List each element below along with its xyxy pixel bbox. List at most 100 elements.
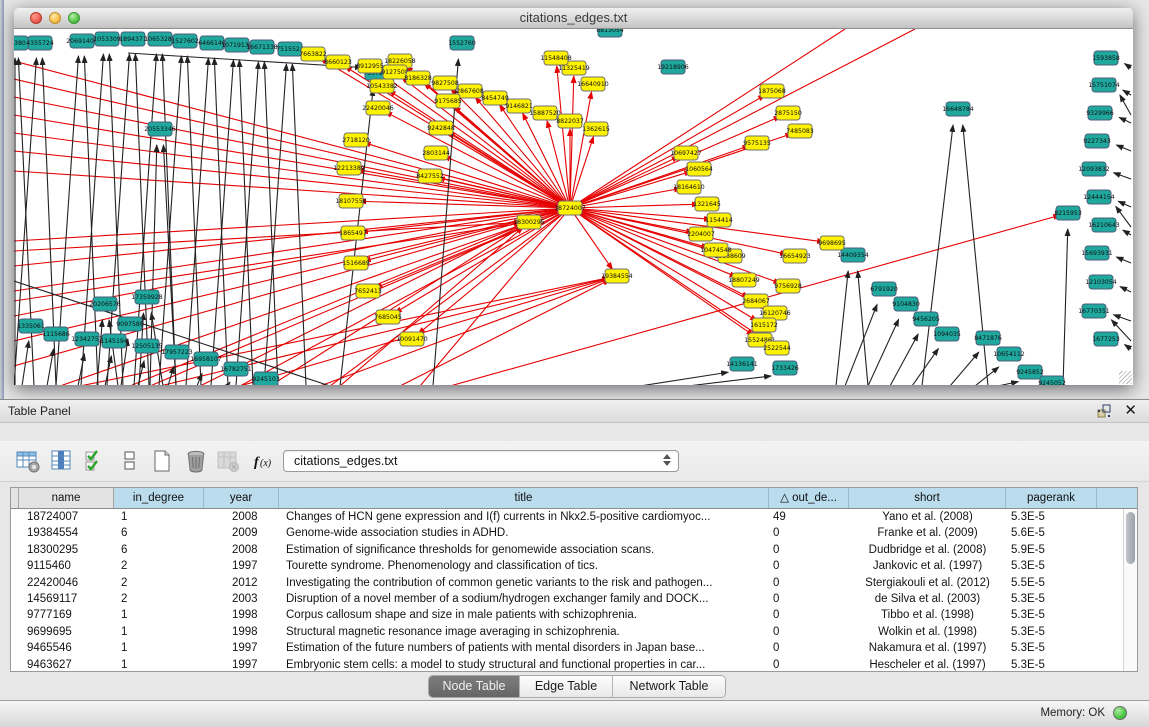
table-row[interactable]: 1456911722003Disruption of a novel membe… bbox=[11, 591, 1137, 607]
network-node[interactable]: 8660123 bbox=[324, 55, 352, 69]
window-titlebar[interactable]: citations_edges.txt bbox=[14, 8, 1133, 29]
network-node[interactable]: 1894371 bbox=[119, 32, 147, 46]
network-node[interactable]: 16770351 bbox=[1078, 304, 1110, 318]
select-columns-icon[interactable] bbox=[48, 447, 76, 475]
tab-network-table[interactable]: Network Table bbox=[613, 676, 725, 697]
network-node[interactable]: 9245052 bbox=[1038, 376, 1066, 385]
network-node[interactable]: 7685045 bbox=[374, 310, 402, 324]
network-node[interactable]: 9175685 bbox=[434, 94, 462, 108]
network-node[interactable]: 16782751 bbox=[220, 362, 252, 376]
network-node[interactable]: 15693931 bbox=[1081, 246, 1113, 260]
table-row[interactable]: 946362711997Embryonic stem cells: a mode… bbox=[11, 657, 1137, 672]
table-row[interactable]: 977716911998Corpus callosum shape and si… bbox=[11, 607, 1137, 623]
network-node[interactable]: 8471876 bbox=[974, 331, 1002, 345]
network-node[interactable]: 1335061 bbox=[17, 319, 45, 333]
network-node[interactable]: 1321645 bbox=[693, 197, 721, 211]
table-row[interactable]: 969969511998Structural magnetic resonanc… bbox=[11, 624, 1137, 640]
network-node[interactable]: 2522544 bbox=[763, 341, 791, 355]
network-node[interactable]: 9575135 bbox=[743, 136, 771, 150]
network-node[interactable]: 12444154 bbox=[1083, 190, 1115, 204]
network-node[interactable]: 7663822 bbox=[299, 47, 327, 61]
network-node[interactable]: 8215953 bbox=[1054, 206, 1082, 220]
table-row[interactable]: 2242004622012Investigating the contribut… bbox=[11, 575, 1137, 591]
close-panel-icon[interactable]: ✕ bbox=[1124, 403, 1137, 419]
resize-grip-icon[interactable] bbox=[1119, 371, 1132, 384]
network-node[interactable]: 1527602 bbox=[171, 34, 199, 48]
network-node[interactable]: 9329966 bbox=[1086, 106, 1114, 120]
tab-node-table[interactable]: Node Table bbox=[429, 676, 520, 697]
new-column-icon[interactable] bbox=[148, 447, 176, 475]
table-row[interactable]: 1830029562008Estimation of significance … bbox=[11, 542, 1137, 558]
network-node[interactable]: 9245103 bbox=[252, 372, 280, 385]
network-node[interactable]: 9698695 bbox=[818, 236, 846, 250]
network-node[interactable]: 1516689 bbox=[342, 256, 370, 270]
network-node[interactable]: 19218906 bbox=[657, 60, 689, 74]
table-scrollbar[interactable] bbox=[1123, 509, 1137, 671]
network-node[interactable]: 14136141 bbox=[726, 357, 758, 371]
network-node[interactable]: 10654112 bbox=[993, 347, 1025, 361]
network-node[interactable]: 1875068 bbox=[758, 84, 786, 98]
network-node[interactable]: 2204007 bbox=[687, 227, 715, 241]
network-node[interactable]: 1060564 bbox=[685, 162, 713, 176]
network-node[interactable]: 18724007 bbox=[554, 201, 586, 215]
network-node[interactable]: 16654923 bbox=[779, 249, 811, 263]
column-check-icon[interactable] bbox=[82, 447, 110, 475]
network-node[interactable]: 8427552 bbox=[416, 169, 444, 183]
table-row[interactable]: 911546021997Tourette syndrome. Phenomeno… bbox=[11, 558, 1137, 574]
network-node[interactable]: 1053309 bbox=[93, 32, 121, 46]
network-node[interactable]: 9827508 bbox=[431, 76, 459, 90]
network-node[interactable]: 20553346 bbox=[144, 122, 176, 136]
network-node[interactable]: 12213389 bbox=[333, 161, 365, 175]
network-node[interactable]: 2803144 bbox=[422, 146, 450, 160]
delete-trash-icon[interactable] bbox=[182, 447, 210, 475]
network-node[interactable]: 8912955 bbox=[356, 59, 384, 73]
network-node[interactable]: 2875150 bbox=[774, 106, 802, 120]
network-node[interactable]: 1552760 bbox=[448, 36, 476, 50]
column-header-pagerank[interactable]: pagerank bbox=[1006, 488, 1097, 508]
network-node[interactable]: 9242848 bbox=[427, 121, 455, 135]
network-canvas[interactable]: 9638043557242069140610533091894371106532… bbox=[14, 29, 1133, 385]
network-node[interactable]: 16210643 bbox=[1088, 218, 1120, 232]
network-node[interactable]: 17359928 bbox=[131, 290, 163, 304]
network-node[interactable]: 20206576 bbox=[89, 297, 121, 311]
float-panel-icon[interactable] bbox=[1096, 403, 1112, 419]
row-toggle-icon[interactable] bbox=[116, 447, 144, 475]
network-node[interactable]: 12342757 bbox=[71, 332, 103, 346]
network-node[interactable]: 1615172 bbox=[750, 318, 778, 332]
network-node[interactable]: 8813054 bbox=[596, 29, 624, 37]
table-selector-dropdown[interactable]: citations_edges.txt bbox=[283, 450, 679, 472]
network-node[interactable]: 10474548 bbox=[700, 243, 732, 257]
network-node[interactable]: 7652413 bbox=[354, 284, 382, 298]
network-node[interactable]: 11548408 bbox=[540, 51, 572, 65]
network-node[interactable]: 9456205 bbox=[912, 312, 940, 326]
network-node[interactable]: 17957223 bbox=[161, 345, 193, 359]
scrollbar-thumb[interactable] bbox=[1126, 512, 1135, 564]
table-mode-icon[interactable] bbox=[14, 447, 42, 475]
network-node[interactable]: 1677253 bbox=[1092, 332, 1120, 346]
network-node[interactable]: 18164610 bbox=[673, 180, 705, 194]
network-node[interactable]: 18807249 bbox=[728, 273, 760, 287]
network-node[interactable]: 1115686 bbox=[42, 327, 70, 341]
network-node[interactable]: 10543382 bbox=[366, 79, 398, 93]
network-node[interactable]: 10697427 bbox=[670, 146, 702, 160]
network-node[interactable]: 12103054 bbox=[1085, 275, 1117, 289]
column-header-short[interactable]: short bbox=[849, 488, 1006, 508]
network-node[interactable]: 15751074 bbox=[1088, 78, 1120, 92]
network-node[interactable]: 16640910 bbox=[577, 77, 609, 91]
network-node[interactable]: 19384554 bbox=[601, 269, 633, 283]
network-node[interactable]: 16648784 bbox=[942, 102, 974, 116]
network-node[interactable]: 7485083 bbox=[786, 124, 814, 138]
column-header-out_de[interactable]: △ out_de... bbox=[769, 488, 849, 508]
network-node[interactable]: 1362615 bbox=[582, 122, 610, 136]
network-node[interactable]: 2718120 bbox=[342, 133, 370, 147]
network-node[interactable]: 16671338 bbox=[246, 40, 278, 54]
network-node[interactable]: 9245852 bbox=[1016, 365, 1044, 379]
network-node[interactable]: 12093832 bbox=[1078, 162, 1110, 176]
network-node[interactable]: 10091470 bbox=[396, 332, 428, 346]
network-node[interactable]: 8186328 bbox=[404, 71, 432, 85]
column-header-name[interactable]: name bbox=[19, 488, 114, 508]
network-node[interactable]: 1154414 bbox=[705, 213, 733, 227]
network-node[interactable]: 1733426 bbox=[771, 361, 799, 375]
network-node[interactable]: 6791920 bbox=[870, 282, 898, 296]
network-node[interactable]: 9227343 bbox=[1083, 134, 1111, 148]
